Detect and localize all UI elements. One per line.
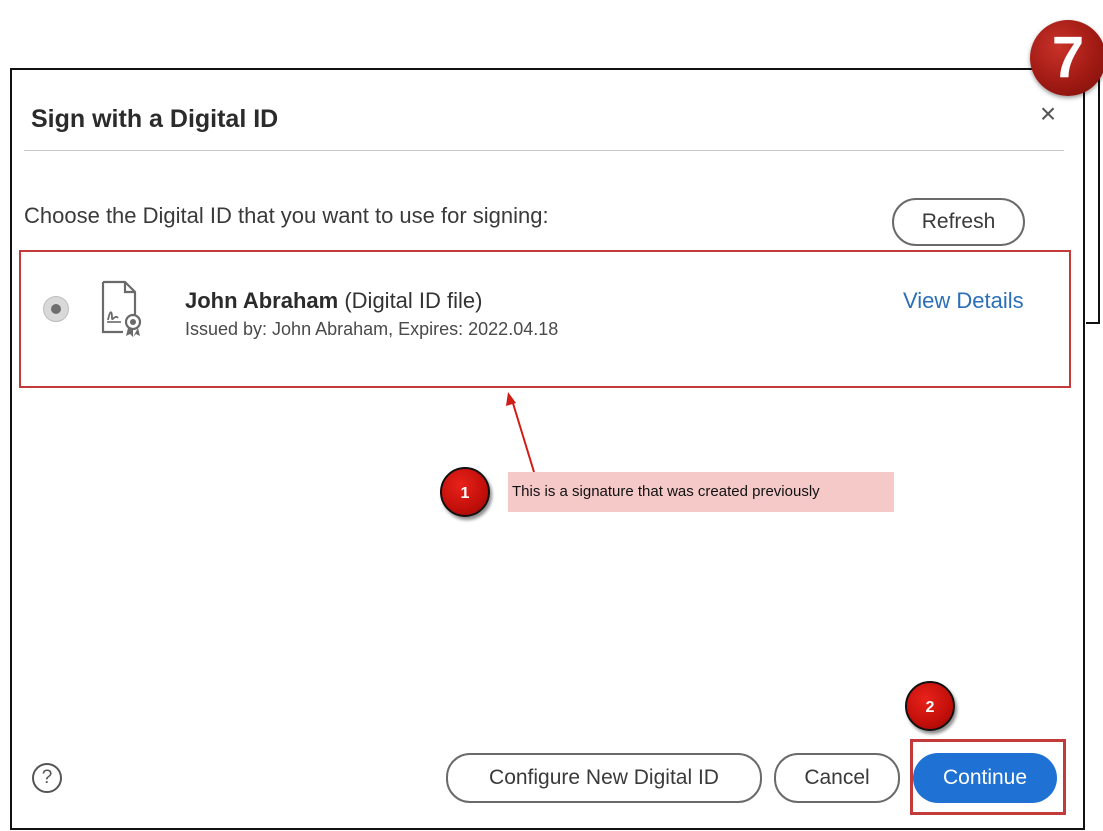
step-number-badge: 7 — [1030, 20, 1103, 96]
dialog-title: Sign with a Digital ID — [31, 105, 279, 133]
close-icon[interactable]: × — [1034, 100, 1062, 128]
annotation-note: This is a signature that was created pre… — [508, 472, 894, 512]
digital-id-name-line: John Abraham (Digital ID file) — [185, 288, 482, 314]
digital-id-list-item[interactable]: John Abraham (Digital ID file) Issued by… — [19, 250, 1071, 388]
configure-new-digital-id-button[interactable]: Configure New Digital ID — [446, 753, 762, 803]
certificate-file-icon — [101, 280, 142, 337]
choose-id-prompt: Choose the Digital ID that you want to u… — [24, 203, 549, 228]
help-icon[interactable]: ? — [32, 763, 62, 793]
annotation-marker-1: 1 — [440, 467, 490, 517]
title-divider — [24, 150, 1064, 151]
continue-button[interactable]: Continue — [913, 753, 1057, 803]
background-window-frame — [1086, 68, 1100, 324]
digital-id-radio[interactable] — [43, 296, 69, 322]
sign-digital-id-dialog: Sign with a Digital ID × Choose the Digi… — [10, 68, 1085, 830]
annotation-arrow — [506, 392, 535, 473]
refresh-button[interactable]: Refresh — [892, 198, 1025, 246]
view-details-link[interactable]: View Details — [903, 288, 1024, 314]
digital-id-issued: Issued by: John Abraham, Expires: 2022.0… — [185, 319, 559, 339]
annotation-marker-2: 2 — [905, 681, 955, 731]
cancel-button[interactable]: Cancel — [774, 753, 900, 803]
digital-id-type: (Digital ID file) — [344, 288, 483, 313]
digital-id-name: John Abraham — [185, 288, 339, 313]
